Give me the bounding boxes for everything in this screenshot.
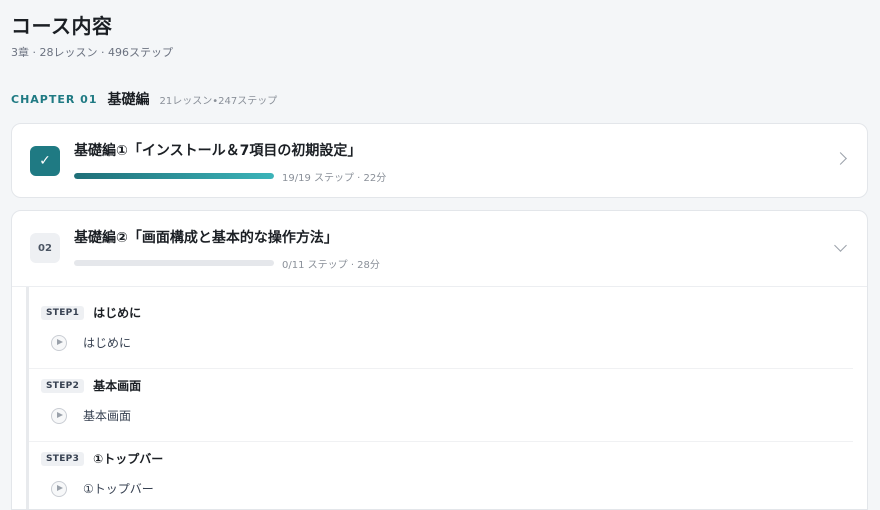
step-item-label[interactable]: ①トップバー: [83, 480, 154, 497]
step-badge: STEP1: [41, 305, 85, 320]
chevron-right-icon[interactable]: [834, 152, 847, 165]
chapter-label: CHAPTER 01: [11, 92, 98, 106]
step-badge: STEP2: [41, 378, 85, 393]
step-header: STEP1 はじめに: [41, 304, 141, 321]
play-icon[interactable]: [51, 407, 67, 424]
step-list: STEP1 はじめに はじめに STEP2 基本画面 基本画面 STEP3 ①ト…: [26, 287, 853, 509]
step-header: STEP2 基本画面: [41, 377, 141, 394]
step-badge: STEP3: [41, 451, 85, 466]
step-title: ①トップバー: [93, 452, 164, 466]
step-item[interactable]: はじめに: [51, 334, 131, 351]
chevron-down-icon[interactable]: [834, 239, 847, 252]
progress-bar: [74, 260, 274, 266]
step-title: はじめに: [93, 306, 142, 320]
chapter-meta: 21レッスン•247ステップ: [159, 95, 278, 107]
step-item[interactable]: ①トップバー: [51, 480, 154, 497]
lesson-card[interactable]: ✓ 基礎編①「インストール＆7項目の初期設定」 19/19 ステップ · 22分: [11, 123, 868, 198]
chapter-header: CHAPTER 01 基礎編 21レッスン•247ステップ: [11, 89, 277, 109]
step-title: 基本画面: [93, 379, 142, 393]
play-icon[interactable]: [51, 480, 67, 497]
check-icon: ✓: [30, 146, 60, 176]
chapter-title: 基礎編: [107, 92, 150, 108]
lesson-progress-meta: 0/11 ステップ · 28分: [282, 260, 380, 271]
page-subtitle: 3章 · 28レッスン · 496ステップ: [11, 46, 173, 59]
lesson-title: 基礎編②「画面構成と基本的な操作方法」: [74, 230, 338, 246]
step-separator: [29, 368, 853, 369]
step-item[interactable]: 基本画面: [51, 407, 131, 424]
step-item-label[interactable]: 基本画面: [83, 407, 131, 424]
lesson-title: 基礎編①「インストール＆7項目の初期設定」: [74, 143, 362, 159]
progress-bar: [74, 173, 274, 179]
lesson-progress-meta: 19/19 ステップ · 22分: [282, 173, 387, 184]
lesson-number-badge: 02: [30, 233, 60, 263]
step-item-label[interactable]: はじめに: [83, 334, 131, 351]
play-icon[interactable]: [51, 334, 67, 351]
lesson-card[interactable]: 02 基礎編②「画面構成と基本的な操作方法」 0/11 ステップ · 28分 S…: [11, 210, 868, 510]
page-title: コース内容: [11, 14, 113, 38]
step-separator: [29, 441, 853, 442]
step-header: STEP3 ①トップバー: [41, 450, 163, 467]
progress-fill: [74, 173, 274, 179]
